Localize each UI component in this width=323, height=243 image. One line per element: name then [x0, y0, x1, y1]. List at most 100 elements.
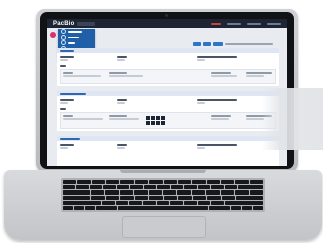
key [91, 195, 105, 200]
run-field-value [109, 118, 139, 120]
key [63, 195, 90, 200]
key [225, 200, 264, 205]
key [252, 205, 264, 211]
key [163, 180, 177, 185]
key [209, 205, 230, 211]
menu-toggle-icon[interactable] [50, 32, 56, 38]
menu-item-icon [61, 34, 66, 40]
key [235, 190, 249, 195]
run-field [109, 115, 127, 117]
nav-item[interactable] [267, 22, 281, 25]
run-field-value [63, 118, 103, 120]
laptop-lid: PacBio [36, 9, 298, 172]
hinge [120, 170, 206, 173]
key [76, 185, 89, 190]
field-label [60, 56, 74, 58]
key [249, 180, 264, 185]
key [149, 180, 163, 185]
key [184, 185, 197, 190]
field-label [60, 144, 74, 146]
key [89, 185, 103, 190]
keyboard-well [61, 178, 265, 212]
field-label [197, 99, 237, 101]
menu-item-icon [61, 40, 66, 46]
smrt-cell [151, 121, 155, 125]
key [249, 190, 263, 195]
smrt-cell-indicators [146, 121, 165, 125]
key [157, 185, 170, 190]
key [191, 190, 206, 195]
run-field-value [109, 75, 143, 77]
key [120, 180, 134, 185]
field-label [197, 144, 237, 146]
key [235, 180, 249, 185]
top-navigation-bar: PacBio [47, 19, 287, 28]
keyboard [63, 180, 264, 211]
action-buttons [193, 42, 223, 46]
key [105, 190, 119, 195]
run-details-box [60, 69, 276, 84]
key [74, 205, 85, 211]
panel-header [57, 136, 279, 141]
key [130, 185, 143, 190]
key [230, 205, 241, 211]
key [120, 195, 134, 200]
keyboard-row [63, 185, 264, 190]
key [143, 185, 157, 190]
key [162, 190, 177, 195]
key [170, 200, 184, 205]
field-value [60, 59, 68, 61]
run-field-value [246, 75, 264, 77]
keyboard-row [63, 205, 264, 211]
key [143, 200, 156, 205]
action-button[interactable] [203, 42, 211, 46]
smrt-cell-indicators [146, 116, 165, 120]
nav-item[interactable] [247, 22, 261, 25]
key [224, 185, 238, 190]
menu-item-label [68, 36, 79, 39]
run-field [63, 115, 73, 117]
field-label [60, 99, 74, 101]
key [63, 180, 77, 185]
action-button[interactable] [193, 42, 201, 46]
nav-item-active[interactable] [211, 22, 221, 25]
key [241, 205, 252, 211]
key [220, 190, 235, 195]
key [63, 185, 76, 190]
keyboard-row [63, 200, 264, 205]
key [134, 195, 148, 200]
smrt-cell [146, 121, 150, 125]
field-value [117, 102, 125, 104]
app-logo: PacBio [53, 20, 75, 27]
panel-title [60, 92, 86, 95]
key [197, 185, 211, 190]
top-nav [211, 22, 281, 25]
nav-item[interactable] [227, 22, 241, 25]
action-button[interactable] [213, 42, 223, 46]
key [177, 180, 192, 185]
field-label [117, 99, 127, 101]
run-field-value [211, 118, 229, 120]
field-value [197, 59, 205, 61]
key [211, 185, 224, 190]
field-label [197, 56, 237, 58]
key [85, 205, 96, 211]
run-details-box [60, 112, 276, 129]
smrt-cell [146, 116, 150, 120]
field-value [117, 59, 125, 61]
section-label [60, 108, 66, 110]
key [63, 205, 74, 211]
key [102, 200, 115, 205]
logo-badge [76, 21, 95, 26]
smrt-cell [156, 121, 160, 125]
app-screen: PacBio [47, 19, 287, 166]
key [238, 185, 264, 190]
instrument-panel [57, 48, 279, 86]
instrument-panel [57, 136, 279, 166]
menu-item-icon [61, 29, 66, 35]
trackpad [122, 216, 206, 238]
camera-icon [165, 14, 168, 17]
key [178, 195, 192, 200]
key [116, 185, 130, 190]
run-field [211, 115, 231, 117]
